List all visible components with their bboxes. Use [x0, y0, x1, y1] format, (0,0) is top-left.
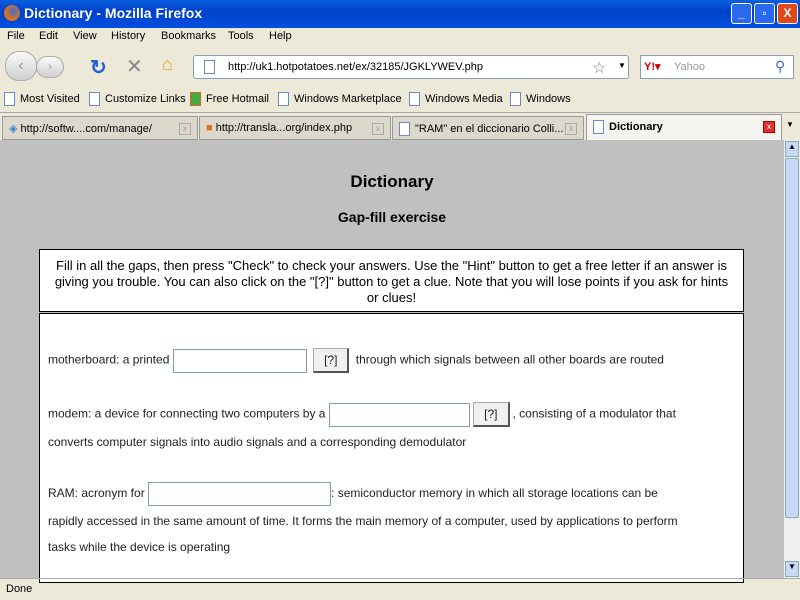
- exercise-box: motherboard: a printed [?] through which…: [39, 313, 744, 583]
- close-button[interactable]: X: [777, 3, 798, 24]
- gap-input-2[interactable]: [328, 402, 470, 427]
- item-ram-continued: rapidly accessed in the same amount of t…: [48, 514, 678, 528]
- menu-file[interactable]: File: [7, 30, 25, 42]
- page-icon: [89, 92, 100, 106]
- tab-close-icon[interactable]: x: [372, 123, 384, 135]
- bookmark-windows-marketplace[interactable]: Windows Marketplace: [278, 92, 402, 106]
- scroll-down-button[interactable]: ▼: [785, 561, 799, 577]
- menu-edit[interactable]: Edit: [39, 30, 58, 42]
- scroll-up-button[interactable]: ▲: [785, 141, 799, 157]
- tab-transla[interactable]: ■ http://transla...org/index.php x: [199, 116, 391, 140]
- tab-ram[interactable]: "RAM" en el diccionario Colli... x: [392, 116, 584, 140]
- page-icon: [593, 120, 604, 134]
- item-motherboard: motherboard: a printed [?] through which…: [48, 348, 664, 373]
- page-icon: [510, 92, 521, 106]
- stop-icon[interactable]: ✕: [126, 54, 143, 79]
- tab-dictionary[interactable]: Dictionary x: [586, 114, 782, 141]
- menu-help[interactable]: Help: [269, 30, 292, 42]
- maximize-button[interactable]: ▫: [754, 3, 775, 24]
- bookmark-windows[interactable]: Windows: [510, 92, 571, 106]
- search-box[interactable]: Y!▾ Yahoo ⚲: [640, 55, 794, 79]
- menu-history[interactable]: History: [111, 30, 145, 42]
- scroll-thumb[interactable]: [785, 158, 799, 518]
- back-button[interactable]: ‹: [5, 51, 37, 81]
- menu-bookmarks[interactable]: Bookmarks: [161, 30, 216, 42]
- forward-button[interactable]: ›: [36, 56, 64, 78]
- page-icon: [399, 122, 410, 136]
- yahoo-engine-icon[interactable]: Y!▾: [644, 60, 661, 73]
- tab-bar: ◈ http://softw....com/manage/x ■ http://…: [0, 112, 800, 141]
- home-icon[interactable]: ⌂: [162, 54, 173, 75]
- item-ram-continued-2: tasks while the device is operating: [48, 540, 231, 554]
- search-icon[interactable]: ⚲: [775, 58, 785, 75]
- bookmarks-toolbar: Most Visited Customize Links Free Hotmai…: [0, 86, 800, 112]
- page-title: Dictionary: [350, 172, 434, 191]
- tab-close-icon[interactable]: x: [565, 123, 577, 135]
- tab-softw[interactable]: ◈ http://softw....com/manage/x: [2, 116, 198, 140]
- minimize-button[interactable]: _: [731, 3, 752, 24]
- vertical-scrollbar[interactable]: ▲ ▼: [784, 140, 800, 578]
- url-dropdown-icon[interactable]: ▼: [618, 61, 626, 70]
- tab-close-icon[interactable]: x: [763, 121, 775, 133]
- status-bar: Done: [0, 578, 800, 600]
- page-icon: [409, 92, 420, 106]
- instructions: Fill in all the gaps, then press "Check"…: [39, 249, 744, 312]
- url-text: http://uk1.hotpotatoes.net/ex/32185/JGKL…: [228, 61, 484, 73]
- clue-button-2[interactable]: [?]: [473, 402, 510, 427]
- url-bar[interactable]: http://uk1.hotpotatoes.net/ex/32185/JGKL…: [193, 55, 629, 79]
- bookmark-star-icon[interactable]: ☆: [592, 58, 606, 78]
- status-text: Done: [6, 583, 33, 595]
- firefox-logo-icon: [4, 5, 20, 21]
- reload-icon[interactable]: ↻: [90, 55, 107, 80]
- search-input[interactable]: Yahoo: [674, 61, 705, 73]
- bookmark-windows-media[interactable]: Windows Media: [409, 92, 503, 106]
- page-icon: [278, 92, 289, 106]
- window-title: Dictionary - Mozilla Firefox: [24, 5, 203, 21]
- item-ram: RAM: acronym for : semiconductor memory …: [48, 482, 658, 506]
- menu-view[interactable]: View: [73, 30, 97, 42]
- globe-icon: ◈: [9, 123, 21, 135]
- tab-close-icon[interactable]: x: [179, 123, 191, 135]
- clue-button-1[interactable]: [?]: [313, 348, 350, 373]
- site-icon: ■: [206, 122, 216, 134]
- menu-tools[interactable]: Tools: [228, 30, 254, 42]
- windows-logo-icon: [190, 92, 201, 106]
- most-visited-icon: [4, 92, 15, 106]
- title-bar: Dictionary - Mozilla Firefox _ ▫ X: [0, 0, 800, 28]
- bookmark-most-visited[interactable]: Most Visited: [4, 92, 80, 106]
- tab-list-icon[interactable]: ▼: [786, 120, 794, 129]
- bookmark-customize-links[interactable]: Customize Links: [89, 92, 186, 106]
- bookmark-free-hotmail[interactable]: Free Hotmail: [190, 92, 269, 106]
- gap-input-3[interactable]: [148, 482, 332, 506]
- page-subtitle: Gap-fill exercise: [337, 209, 447, 225]
- menu-bar: File Edit View History Bookmarks Tools H…: [0, 28, 800, 46]
- item-modem: modem: a device for connecting two compu…: [48, 402, 676, 427]
- page-icon: [204, 60, 215, 74]
- gap-input-1[interactable]: [172, 348, 307, 373]
- item-modem-continued: converts computer signals into audio sig…: [48, 435, 467, 449]
